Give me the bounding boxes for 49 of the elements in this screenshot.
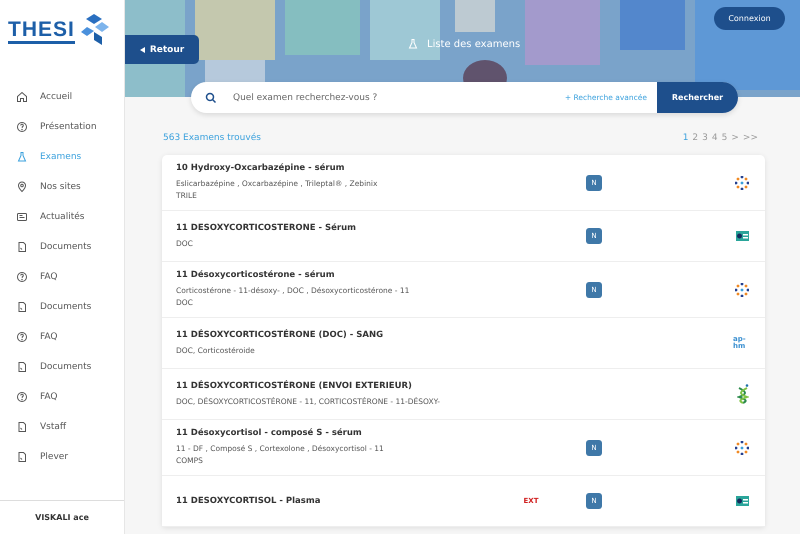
sidebar-item[interactable]: Documents xyxy=(0,236,124,258)
exam-title[interactable]: 10 Hydroxy-Oxcarbazépine - sérum xyxy=(176,163,476,173)
sidebar-item[interactable]: Plever xyxy=(0,446,124,468)
card-logo-icon xyxy=(736,496,749,506)
sidebar-item[interactable]: Documents xyxy=(0,356,124,378)
sidebar-item[interactable]: Documents xyxy=(0,296,124,318)
login-button[interactable]: Connexion xyxy=(714,7,785,30)
sidebar-item[interactable]: Nos sites xyxy=(0,176,124,198)
search-button[interactable]: Rechercher xyxy=(657,82,738,113)
caret-icon xyxy=(140,46,145,52)
document-icon xyxy=(16,361,28,373)
sidebar-item[interactable]: FAQ xyxy=(0,326,124,348)
news-icon xyxy=(16,211,28,223)
sidebar-item[interactable]: FAQ xyxy=(0,386,124,408)
sidebar-item[interactable]: Accueil xyxy=(0,86,124,108)
exam-title[interactable]: 11 DÉSOXYCORTICOSTÉRONE (DOC) - SANG xyxy=(176,330,476,340)
logo-text[interactable]: THESI xyxy=(8,18,75,44)
home-icon xyxy=(16,91,28,103)
question-icon xyxy=(16,121,28,133)
document-icon xyxy=(16,301,28,313)
dots-logo-icon xyxy=(735,440,749,454)
card-logo-icon xyxy=(736,231,749,241)
flask-icon xyxy=(16,151,28,163)
exam-title[interactable]: 11 DESOXYCORTISOL - Plasma xyxy=(176,496,476,506)
footer-brand: VISKALI ace xyxy=(0,500,124,534)
back-button[interactable]: Retour xyxy=(125,35,199,64)
sidebar-item[interactable]: Actualités xyxy=(0,206,124,228)
exam-title[interactable]: 11 DESOXYCORTICOSTERONE - Sérum xyxy=(176,222,476,232)
exam-title[interactable]: 11 Désoxycortisol - composé S - sérum xyxy=(176,428,476,438)
question-icon xyxy=(16,271,28,283)
helix-logo-icon xyxy=(737,384,749,404)
document-icon xyxy=(16,241,28,253)
dots-logo-icon xyxy=(735,176,749,190)
question-icon xyxy=(16,391,28,403)
location-pin-icon xyxy=(16,181,28,193)
result-count: 563 Examens trouvés xyxy=(163,133,261,143)
sidebar-item[interactable]: Vstaff xyxy=(0,416,124,438)
sidebar-item[interactable]: FAQ xyxy=(0,266,124,288)
page-title: Liste des examens xyxy=(427,38,520,50)
document-icon xyxy=(16,421,28,433)
question-icon xyxy=(16,331,28,343)
search-icon xyxy=(205,92,217,104)
document-icon xyxy=(16,451,28,463)
exam-title[interactable]: 11 DÉSOXYCORTICOSTÉRONE (ENVOI EXTERIEUR) xyxy=(176,380,476,390)
dots-logo-icon xyxy=(735,282,749,296)
exam-title[interactable]: 11 Désoxycorticostérone - sérum xyxy=(176,270,476,280)
flask-icon xyxy=(407,38,419,50)
cubes-logo-icon xyxy=(78,14,109,48)
sidebar-item[interactable]: Présentation xyxy=(0,116,124,138)
